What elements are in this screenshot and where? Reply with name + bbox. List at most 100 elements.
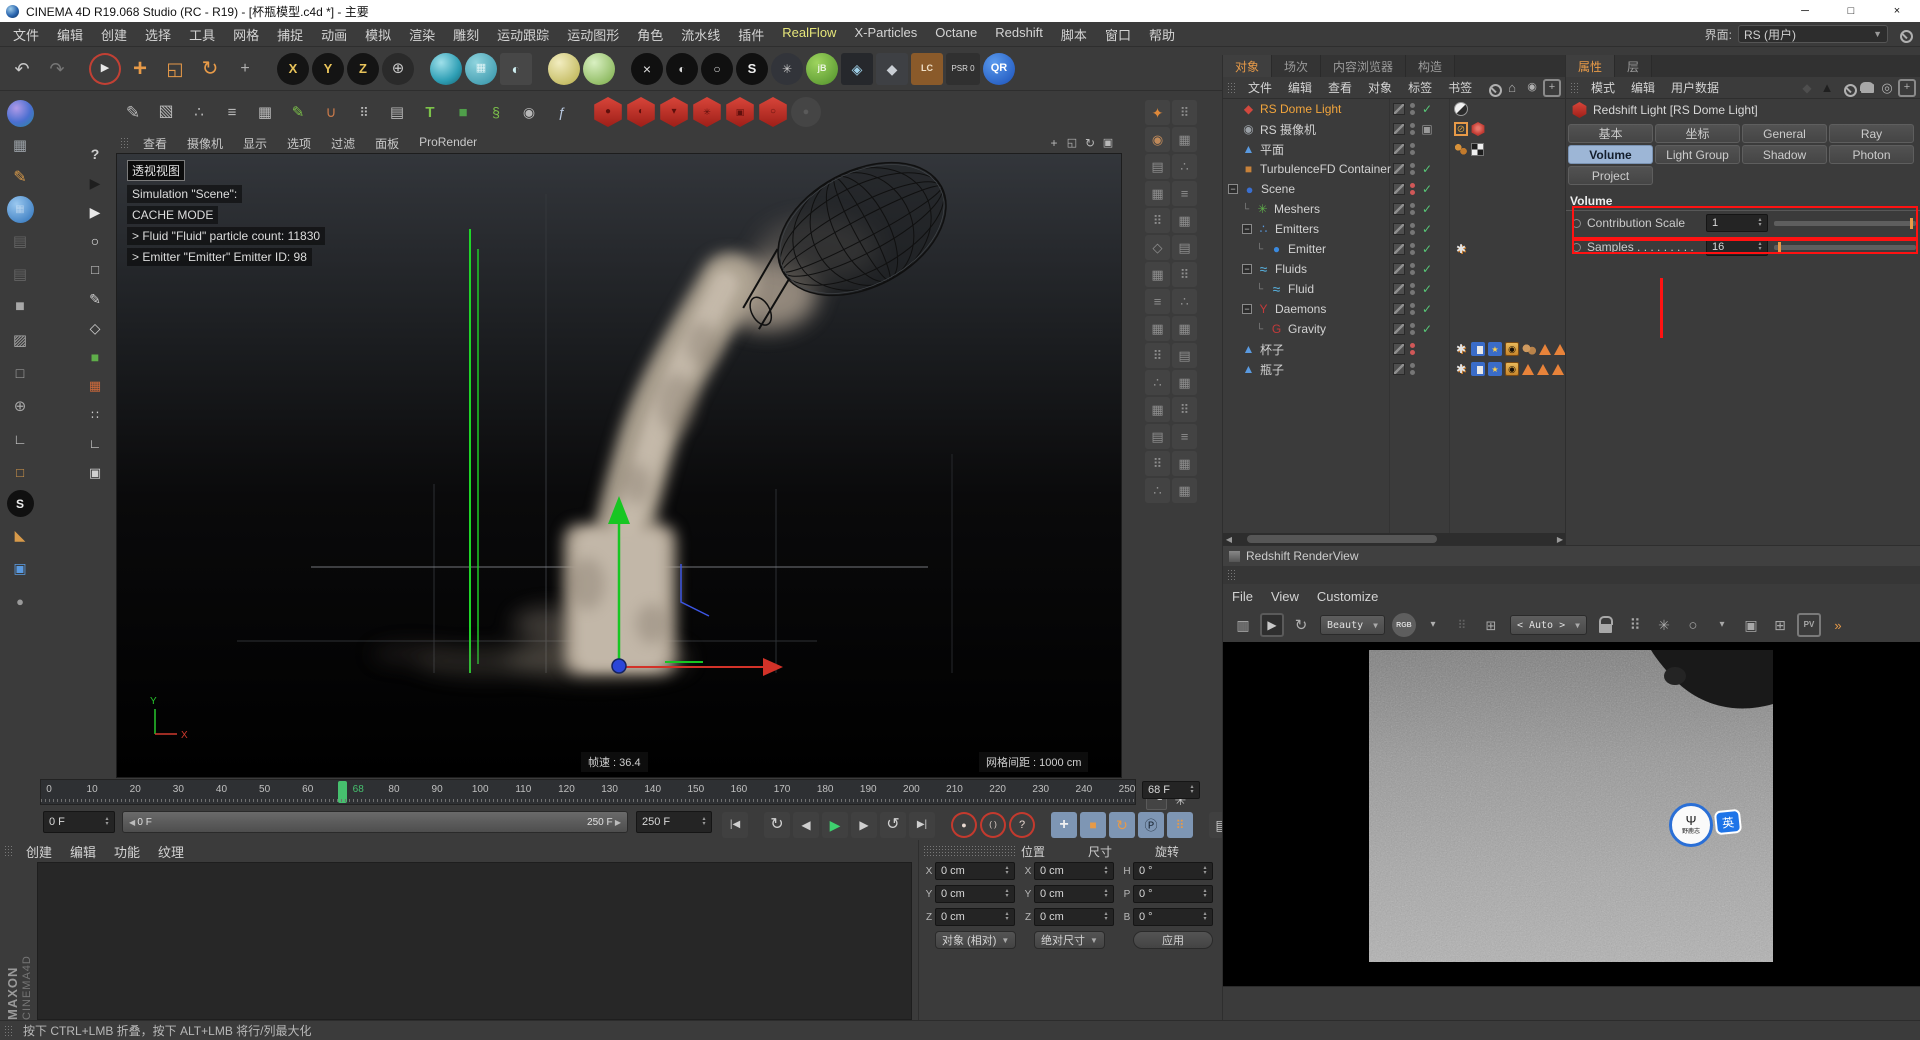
param-value-field[interactable]: 1 <box>1706 214 1768 232</box>
axis-y-icon[interactable]: Y <box>312 53 344 85</box>
enable-check-icon[interactable]: ✓ <box>1420 262 1434 276</box>
render-settings-icon[interactable]: ◐ <box>500 53 532 85</box>
spinner-icon[interactable] <box>1755 216 1765 230</box>
range-end-field[interactable]: 250 F <box>636 811 712 833</box>
spinner-icon[interactable] <box>1002 887 1012 901</box>
cursor-black-icon[interactable]: ▶ <box>82 169 109 196</box>
workplane-mode-icon[interactable]: □ <box>5 358 35 388</box>
grid-l-icon[interactable]: ⠿ <box>1145 343 1170 368</box>
menu-item-渲染[interactable]: 渲染 <box>400 25 444 44</box>
menu-item-工具[interactable]: 工具 <box>180 25 224 44</box>
drag-handle[interactable] <box>1570 82 1579 94</box>
viewport-3d-scene[interactable]: Y X 透视视图 Simulation "Scene":CACHE MODE> … <box>116 153 1122 778</box>
grid-j-icon[interactable]: ▦ <box>1145 316 1170 341</box>
model-mode-icon[interactable]: ▧ <box>151 97 181 127</box>
paint-bucket-icon[interactable]: ◣ <box>5 520 35 550</box>
camera-tool-icon[interactable]: ◉ <box>1145 127 1170 152</box>
tag-cube-page-icon[interactable] <box>1471 342 1485 356</box>
object-row-Emitters[interactable]: −∴Emitters✓ <box>1223 219 1565 239</box>
grid-i-icon[interactable]: ⠿ <box>1172 262 1197 287</box>
menu-item-选择[interactable]: 选择 <box>136 25 180 44</box>
snap-magnet-icon[interactable]: ∪ <box>316 97 346 127</box>
drag-handle[interactable] <box>4 1025 13 1037</box>
object-row-瓶子[interactable]: ▲瓶子✱★◉ <box>1223 359 1565 379</box>
array-points-icon[interactable]: ⠿ <box>349 97 379 127</box>
mode-dropdown[interactable]: 对象 (相对)▼ <box>935 931 1016 949</box>
layer-chip[interactable] <box>1393 243 1405 255</box>
model-cube-icon[interactable]: ■ <box>5 292 35 322</box>
object-row-Fluids[interactable]: −≈Fluids✓ <box>1223 259 1565 279</box>
live-select-circle-icon[interactable]: ○ <box>82 227 109 254</box>
layer-chip[interactable] <box>1393 303 1405 315</box>
tag-dome-icon[interactable] <box>1454 102 1468 116</box>
grid-g-icon[interactable]: ▤ <box>1172 235 1197 260</box>
search-icon[interactable] <box>1894 25 1912 43</box>
crop-icon[interactable]: ⊞ <box>1479 613 1503 637</box>
keyframe-options-icon[interactable]: ? <box>1009 812 1035 838</box>
coord-input-Z-1[interactable]: 0 cm <box>1034 908 1114 926</box>
qr-badge-icon[interactable]: QR <box>983 53 1015 85</box>
dots-d-icon[interactable]: ∴ <box>1145 478 1170 503</box>
rect-select-icon[interactable]: □ <box>82 256 109 283</box>
xparticles-icon[interactable]: ✳ <box>771 53 803 85</box>
grid-n-icon[interactable]: ▦ <box>1172 370 1197 395</box>
render-canvas[interactable]: Ψ野鹿志 英 微信公众号: 野鹿志 微博: 野鹿志 作者: 马鹿野郎 Frame… <box>1223 642 1920 986</box>
home-icon[interactable]: ⌂ <box>1503 79 1521 97</box>
dots-b-icon[interactable]: ∴ <box>1172 289 1197 314</box>
grid-e-icon[interactable]: ⠿ <box>1145 208 1170 233</box>
layer-chip[interactable] <box>1393 143 1405 155</box>
menu-item-窗口[interactable]: 窗口 <box>1096 25 1140 44</box>
menu-item-角色[interactable]: 角色 <box>628 25 672 44</box>
quantize-icon[interactable]: ▦ <box>82 372 109 399</box>
object-row-Daemons[interactable]: −YDaemons✓ <box>1223 299 1565 319</box>
key-pla-icon[interactable]: ⠿ <box>1167 812 1193 838</box>
menu-item-帮助[interactable]: 帮助 <box>1140 25 1184 44</box>
panel-b-icon[interactable]: ▤ <box>5 259 35 289</box>
live-selection-icon[interactable]: ▶ <box>89 53 121 85</box>
tag-camera-red-icon[interactable] <box>1471 122 1485 136</box>
layer-chip[interactable] <box>1393 323 1405 335</box>
search-icon[interactable] <box>1483 79 1501 97</box>
tag-splat-icon[interactable]: ✱ <box>1454 362 1468 376</box>
dots-c-icon[interactable]: ∴ <box>1145 370 1170 395</box>
dither-icon[interactable]: ⠿ <box>1450 613 1474 637</box>
lock-icon[interactable] <box>1594 613 1618 637</box>
visibility-dots[interactable] <box>1410 203 1415 215</box>
tag-block-icon[interactable]: ⊘ <box>1454 122 1468 136</box>
render-play-icon[interactable]: ▶ <box>1260 613 1284 637</box>
rgb-channel-icon[interactable]: RGB <box>1392 613 1416 637</box>
dot-pair-icon[interactable]: ∷ <box>82 401 109 428</box>
menu-item-创建[interactable]: 创建 <box>92 25 136 44</box>
coord-input-Z-0[interactable]: 0 cm <box>935 908 1015 926</box>
layer-chip[interactable] <box>1393 163 1405 175</box>
drag-handle[interactable] <box>923 845 1017 857</box>
move-icon[interactable]: + <box>124 53 156 85</box>
add-panel-icon[interactable]: + <box>1898 79 1916 97</box>
enable-check-icon[interactable]: ✓ <box>1420 222 1434 236</box>
make-editable-icon[interactable]: ✎ <box>118 97 148 127</box>
visibility-dots[interactable] <box>1410 103 1415 115</box>
visibility-dots[interactable] <box>1410 303 1415 315</box>
menu-item-标签[interactable]: 标签 <box>1400 79 1440 96</box>
render-view-icon[interactable] <box>430 53 462 85</box>
render-region-icon[interactable]: ▦ <box>465 53 497 85</box>
attr-tab-Ray[interactable]: Ray <box>1829 124 1914 143</box>
menu-item-查看[interactable]: 查看 <box>133 135 177 152</box>
visibility-dots[interactable] <box>1410 283 1415 295</box>
play-icon[interactable]: ▶ <box>822 812 848 838</box>
autokey-icon[interactable]: ( ) <box>980 812 1006 838</box>
grid-q-icon[interactable]: ▤ <box>1145 424 1170 449</box>
key-position-icon[interactable]: + <box>1051 812 1077 838</box>
attr-tab-Project[interactable]: Project <box>1568 166 1653 185</box>
target-icon[interactable]: ◎ <box>1878 79 1896 97</box>
menu-item-编辑[interactable]: 编辑 <box>48 25 92 44</box>
workplane-grid-icon[interactable]: ▤ <box>382 97 412 127</box>
menu-item-选项[interactable]: 选项 <box>277 135 321 152</box>
snap-cube-icon[interactable]: ■ <box>82 343 109 370</box>
enable-check-icon[interactable]: ✓ <box>1420 182 1434 196</box>
timeline-playhead[interactable] <box>338 781 347 803</box>
menu-item-过滤[interactable]: 过滤 <box>321 135 365 152</box>
object-row-Emitter[interactable]: └●Emitter✓✱ <box>1223 239 1565 259</box>
grid-t-icon[interactable]: ▦ <box>1172 478 1197 503</box>
spline-corner-icon[interactable]: ∟ <box>5 424 35 454</box>
